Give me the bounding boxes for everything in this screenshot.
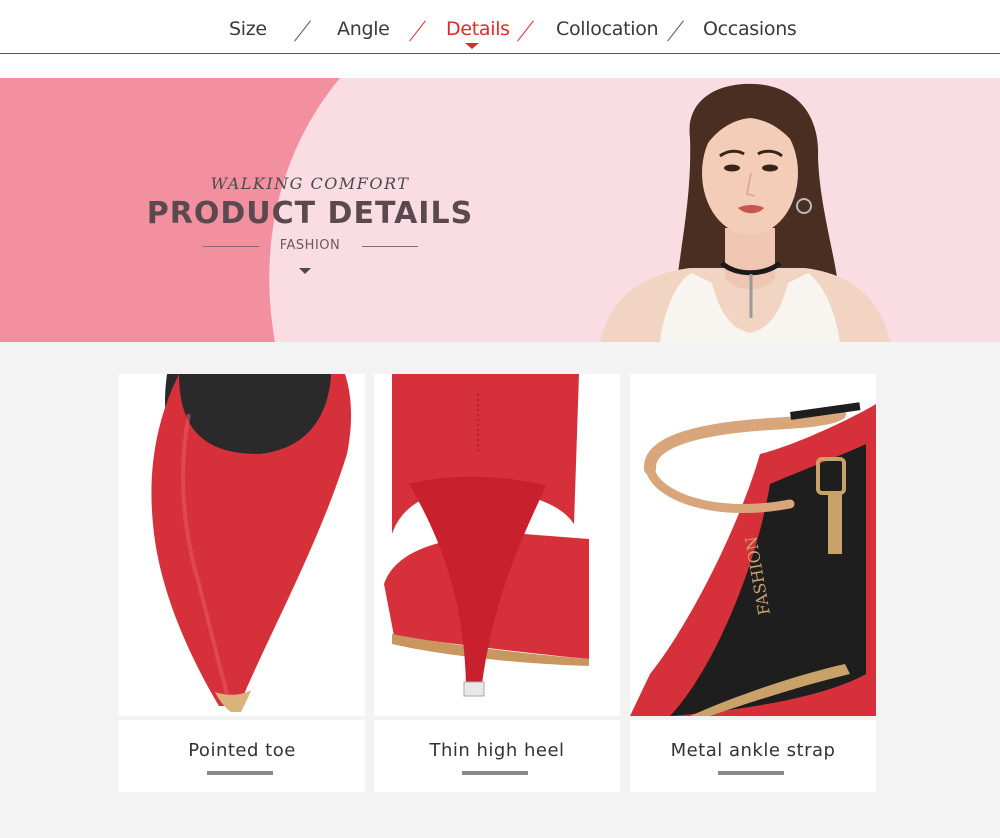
shoe-strap-photo-icon: FASHION (630, 374, 876, 716)
nav-tab-angle[interactable]: Angle (337, 18, 390, 40)
banner-tagline: FASHION (279, 238, 341, 253)
nav-tab-size[interactable]: Size (229, 18, 267, 40)
shoe-toe-photo-icon (119, 374, 365, 716)
banner-title: PRODUCT DETAILS (146, 196, 474, 231)
label-underline (207, 771, 273, 775)
product-card-pointed-toe[interactable]: Pointed toe (119, 374, 365, 792)
shoe-heel-photo-icon (374, 374, 620, 716)
label-underline (718, 771, 784, 775)
section-nav: Size Angle Details Collocation Occasions (0, 0, 1000, 56)
active-tab-caret-icon (465, 43, 479, 49)
nav-separator (517, 18, 533, 44)
card-divider (119, 716, 365, 720)
nav-tab-details[interactable]: Details (446, 18, 510, 40)
model-photo (600, 83, 890, 342)
scroll-down-arrow-icon (299, 268, 311, 274)
product-label: Pointed toe (188, 740, 296, 761)
nav-tab-collocation[interactable]: Collocation (556, 18, 659, 40)
card-divider (630, 716, 876, 720)
product-label: Thin high heel (429, 740, 565, 761)
product-label: Metal ankle strap (670, 740, 836, 761)
nav-separator (294, 18, 310, 44)
card-divider (374, 716, 620, 720)
label-underline (462, 771, 528, 775)
nav-separator (409, 18, 425, 44)
banner-tagline-row: FASHION (0, 238, 620, 254)
nav-tab-occasions[interactable]: Occasions (703, 18, 797, 40)
product-details-banner: WALKING COMFORT PRODUCT DETAILS FASHION (0, 78, 1000, 342)
banner-subtitle: WALKING COMFORT (210, 174, 410, 193)
banner-rule-right (362, 246, 418, 247)
nav-divider (0, 53, 1000, 54)
product-card-thin-high-heel[interactable]: Thin high heel (374, 374, 620, 792)
nav-separator (667, 18, 683, 44)
product-card-metal-ankle-strap[interactable]: FASHION Metal ankle strap (630, 374, 876, 792)
